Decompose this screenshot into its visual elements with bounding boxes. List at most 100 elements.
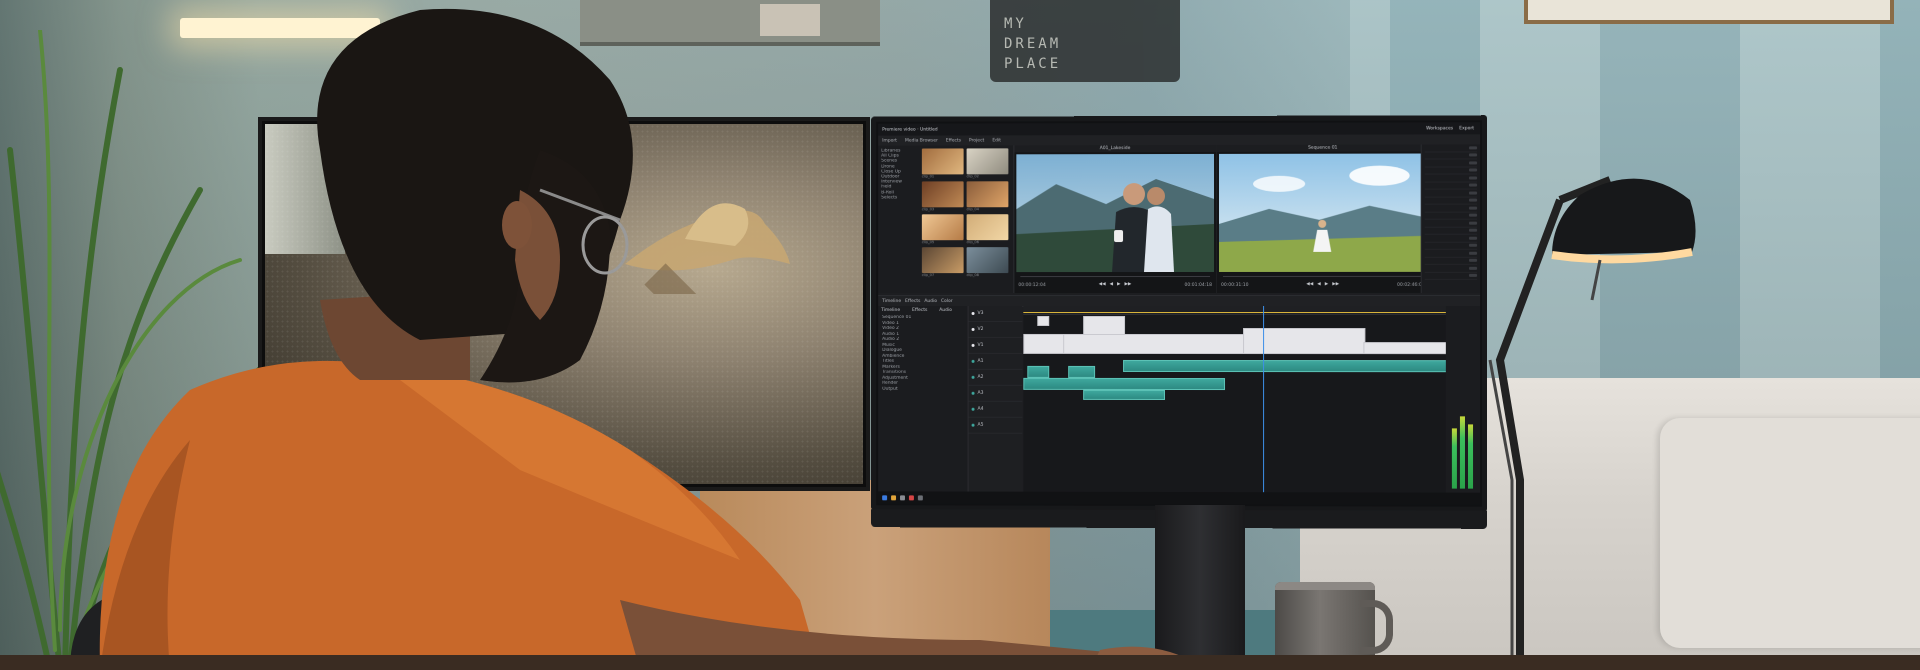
shelf-box [760,4,820,36]
mug-rim [1275,582,1375,590]
video-clip[interactable] [1023,333,1066,354]
timeline-ruler[interactable] [1023,305,1446,316]
track-label: A4 [977,406,984,412]
media-thumbnail[interactable] [966,214,1009,241]
settings-icon[interactable] [917,494,923,500]
program-viewer: Sequence 01 00:00:31:10 ◀◀ ◀ ▶ ▶▶ 00:02:… [1217,144,1429,293]
left-monitor [258,117,870,491]
browser-icon[interactable] [900,494,905,500]
source-scrubber[interactable] [1020,275,1211,278]
monitor-stand [1155,505,1245,665]
tab-effects[interactable]: Effects [905,299,920,304]
thumbnail-caption: clip_03 [921,207,935,212]
thumbnail-caption: clip_06 [966,240,979,245]
program-frame-image [1219,153,1427,272]
step-back-button[interactable]: ◀ [1317,281,1320,286]
toolbar-media-browser[interactable]: Media Browser [905,138,938,143]
track-header[interactable]: V2 [968,321,1023,338]
track-header[interactable]: A4 [968,401,1023,418]
track-label: A1 [977,358,984,364]
photo-scene: MY DREAM PLACE Premiere video · Untitled… [0,0,1920,670]
audio-clip[interactable] [1068,365,1096,378]
play-button[interactable]: ▶ [1325,281,1328,286]
media-thumbnail[interactable] [966,247,1009,274]
video-clip[interactable] [1063,333,1246,355]
work-area-bar[interactable] [1023,311,1446,314]
header-audio[interactable]: Audio [939,308,952,313]
media-thumbnail[interactable] [921,181,964,208]
timeline-tracks[interactable] [1023,305,1466,493]
audio-clip[interactable] [1083,389,1166,400]
track-header[interactable]: A1 [968,353,1023,370]
track-header[interactable]: A5 [968,417,1023,434]
source-frame [1016,153,1215,273]
track-color-dot [971,391,975,395]
media-thumbnail[interactable] [966,148,1009,175]
header-timeline[interactable]: Timeline [881,308,900,313]
track-header[interactable]: A3 [968,385,1023,402]
track-label: V1 [977,342,984,348]
fast-forward-button[interactable]: ▶▶ [1332,281,1339,286]
video-clip[interactable] [1037,315,1050,326]
program-viewer-title: Sequence 01 [1217,144,1429,152]
header-effects[interactable]: Effects [912,308,927,313]
potted-plant [0,30,300,670]
left-monitor-screen [265,124,863,484]
media-thumbnail[interactable] [921,247,964,274]
rewind-button[interactable]: ◀◀ [1099,282,1106,287]
timeline-browser-item[interactable]: Output [878,386,967,392]
media-app-icon[interactable] [908,494,914,500]
workspaces-menu[interactable]: Workspaces [1426,126,1453,131]
playhead[interactable] [1263,305,1265,493]
media-tree-item[interactable]: Selects [881,195,919,200]
taskbar [878,491,1481,505]
toolbar-import[interactable]: Import [882,138,897,143]
program-scrubber[interactable] [1223,275,1423,277]
media-thumbnail[interactable] [921,214,964,241]
track-header[interactable]: A2 [968,369,1023,386]
track-label: A3 [977,390,984,396]
start-icon[interactable] [882,494,888,500]
media-panel: Libraries All Clips Scenes Drone Close U… [878,145,1015,294]
tab-audio[interactable]: Audio [924,299,937,304]
thumbnail-caption: clip_05 [921,240,935,245]
source-frame-image [1016,153,1215,273]
media-thumbnail[interactable] [966,181,1009,208]
video-clip[interactable] [1243,328,1366,355]
toolbar-project[interactable]: Project [969,138,984,143]
step-back-button[interactable]: ◀ [1110,282,1113,287]
folder-icon[interactable] [891,494,897,500]
sign-line-3: PLACE [1004,56,1062,72]
rewind-button[interactable]: ◀◀ [1306,281,1313,286]
track-color-dot [971,423,975,427]
track-header[interactable]: V3 [968,306,1023,322]
track-color-dot [971,312,975,315]
timeline-browser-header: Timeline Effects Audio [878,306,967,315]
audio-clip[interactable] [1023,377,1226,391]
audio-clip[interactable] [1027,365,1050,378]
thumbnail-caption: clip_07 [921,273,935,278]
play-button[interactable]: ▶ [1117,282,1120,287]
source-timecode-out: 00:01:04:18 [1184,282,1213,288]
tab-color[interactable]: Color [941,299,953,304]
export-button[interactable]: Export [1459,126,1474,131]
tab-timeline[interactable]: Timeline [882,299,901,304]
track-header[interactable]: V1 [968,337,1023,354]
desk-lamp [1468,176,1696,670]
thumbnail-caption: clip_01 [921,174,935,179]
source-viewer-title: A01_Lakeside [1014,144,1217,153]
media-thumbnail[interactable] [921,148,964,175]
track-label: V3 [977,311,984,316]
inspector-row[interactable] [1424,144,1478,153]
desk-surface [0,655,1920,670]
track-color-dot [971,375,975,379]
wall-shelf [580,0,880,46]
audio-clip[interactable] [1123,359,1466,373]
wall-sign: MY DREAM PLACE [990,0,1180,82]
fast-forward-button[interactable]: ▶▶ [1125,282,1132,287]
timeline-browser: Timeline Effects Audio Sequence 01 Video… [878,306,969,492]
toolbar-effects[interactable]: Effects [946,138,961,143]
toolbar-edit[interactable]: Edit [992,138,1001,143]
thumbnail-caption: clip_02 [966,174,979,179]
inspector-row[interactable] [1424,151,1478,160]
